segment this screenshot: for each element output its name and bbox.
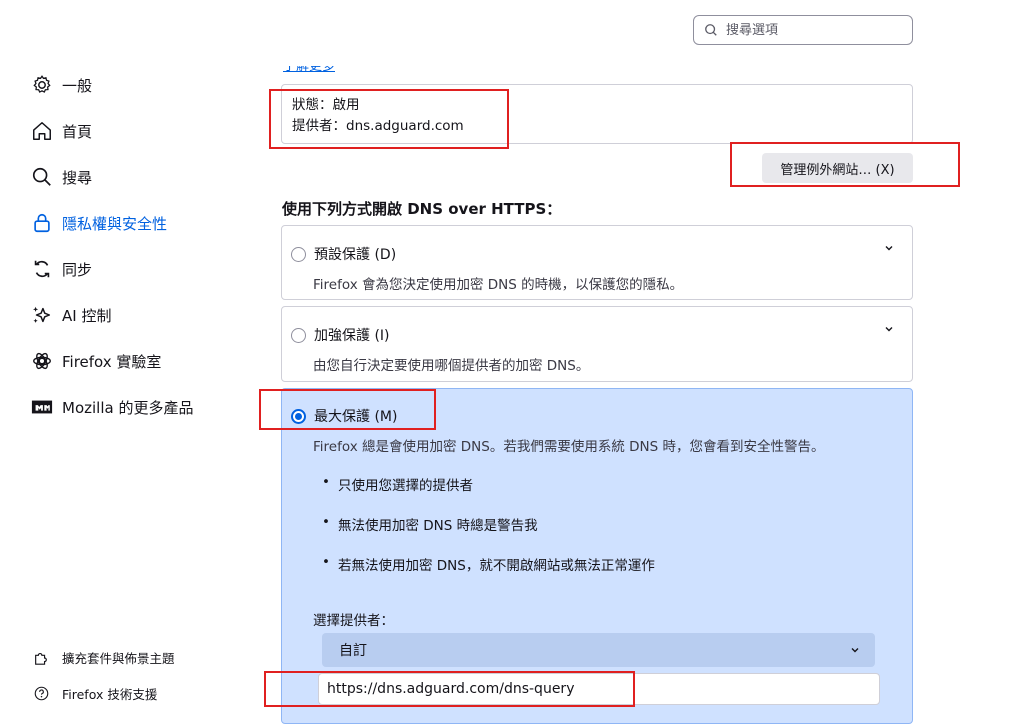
option-description: Firefox 會為您決定使用加密 DNS 的時機，以保護您的隱私。 bbox=[313, 277, 684, 293]
learn-more-link[interactable]: 了解更多 bbox=[283, 66, 335, 76]
list-item: 若無法使用加密 DNS，就不開啟網站或無法正常運作 bbox=[322, 554, 655, 594]
radio-increased[interactable] bbox=[291, 327, 306, 343]
help-icon bbox=[34, 686, 48, 701]
provider-text: 提供者：dns.adguard.com bbox=[292, 118, 464, 134]
sparkle-icon bbox=[33, 306, 51, 323]
home-icon bbox=[33, 122, 51, 140]
option-title: 最大保護 (M) bbox=[314, 409, 398, 425]
sidebar-item-label: 一般 bbox=[62, 76, 93, 95]
option-title: 預設保護 (D) bbox=[314, 247, 397, 263]
search-input[interactable] bbox=[726, 22, 896, 38]
search-options-box[interactable] bbox=[693, 15, 913, 45]
sidebar-nav: 一般 首頁 搜尋 隱私權與安全性 同步 AI 控制 Firefox 實驗室 Mo… bbox=[30, 70, 250, 438]
sidebar-item-search[interactable]: 搜尋 bbox=[30, 162, 250, 192]
radio-max[interactable] bbox=[291, 408, 306, 424]
sidebar-item-general[interactable]: 一般 bbox=[30, 70, 250, 100]
provider-select[interactable]: 自訂 bbox=[322, 633, 875, 667]
gear-icon bbox=[33, 75, 51, 93]
list-item: 無法使用加密 DNS 時總是警告我 bbox=[322, 514, 655, 554]
provider-select-value: 自訂 bbox=[339, 643, 367, 659]
option-default-protection[interactable]: 預設保護 (D) Firefox 會為您決定使用加密 DNS 的時機，以保護您的… bbox=[281, 225, 913, 300]
dns-status-box: 狀態：啟用 提供者：dns.adguard.com bbox=[281, 84, 913, 144]
status-text: 狀態：啟用 bbox=[292, 97, 360, 113]
sidebar-item-ai-controls[interactable]: AI 控制 bbox=[30, 300, 250, 330]
option-description: Firefox 總是會使用加密 DNS。若我們需要使用系統 DNS 時，您會看到… bbox=[313, 439, 825, 455]
option-increased-protection[interactable]: 加強保護 (I) 由您自行決定要使用哪個提供者的加密 DNS。 bbox=[281, 306, 913, 382]
footer-item-label: Firefox 技術支援 bbox=[62, 687, 158, 702]
option-description: 由您自行決定要使用哪個提供者的加密 DNS。 bbox=[313, 358, 590, 374]
sidebar-item-label: Mozilla 的更多產品 bbox=[62, 398, 194, 417]
chevron-down-icon bbox=[851, 648, 859, 653]
sidebar-item-label: Firefox 實驗室 bbox=[62, 352, 162, 371]
search-icon bbox=[32, 167, 51, 186]
chevron-down-icon[interactable] bbox=[882, 241, 896, 255]
chevron-down-icon[interactable] bbox=[882, 322, 896, 336]
sidebar-item-privacy[interactable]: 隱私權與安全性 bbox=[30, 208, 250, 238]
lock-icon bbox=[34, 213, 50, 233]
mozilla-icon bbox=[31, 400, 53, 414]
sidebar-item-more-from-mozilla[interactable]: Mozilla 的更多產品 bbox=[30, 392, 250, 422]
sidebar-item-home[interactable]: 首頁 bbox=[30, 116, 250, 146]
flask-icon bbox=[33, 352, 51, 370]
sidebar-item-label: 搜尋 bbox=[62, 168, 93, 187]
footer-item-support[interactable]: Firefox 技術支援 bbox=[32, 684, 157, 703]
list-item: 只使用您選擇的提供者 bbox=[322, 474, 655, 514]
sidebar-item-label: AI 控制 bbox=[62, 306, 112, 325]
section-title: 使用下列方式開啟 DNS over HTTPS： bbox=[282, 200, 562, 218]
sync-icon bbox=[34, 260, 50, 278]
search-icon bbox=[705, 24, 717, 36]
sidebar-item-label: 首頁 bbox=[62, 122, 93, 141]
manage-exceptions-button[interactable]: 管理例外網站… (X) bbox=[762, 153, 913, 183]
provider-label: 選擇提供者： bbox=[313, 613, 394, 629]
custom-provider-url-input[interactable] bbox=[318, 673, 880, 705]
sidebar-item-label: 同步 bbox=[62, 260, 93, 279]
sidebar-item-sync[interactable]: 同步 bbox=[30, 254, 250, 284]
option-title: 加強保護 (I) bbox=[314, 328, 390, 344]
radio-default[interactable] bbox=[291, 246, 306, 262]
footer-item-addons-themes[interactable]: 擴充套件與佈景主題 bbox=[32, 648, 175, 667]
option-max-protection[interactable]: 最大保護 (M) Firefox 總是會使用加密 DNS。若我們需要使用系統 D… bbox=[281, 388, 913, 724]
puzzle-icon bbox=[35, 652, 47, 665]
sidebar-item-firefox-labs[interactable]: Firefox 實驗室 bbox=[30, 346, 250, 376]
feature-list: 只使用您選擇的提供者 無法使用加密 DNS 時總是警告我 若無法使用加密 DNS… bbox=[322, 474, 655, 594]
sidebar-item-label: 隱私權與安全性 bbox=[62, 214, 168, 233]
footer-item-label: 擴充套件與佈景主題 bbox=[62, 651, 175, 666]
